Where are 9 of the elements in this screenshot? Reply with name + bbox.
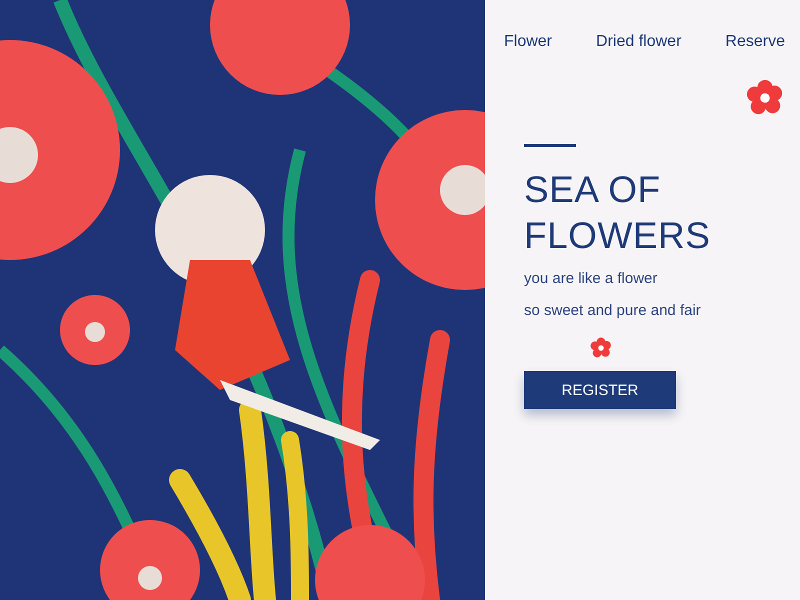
tagline-text: so sweet and pure and fair bbox=[524, 301, 702, 321]
register-button[interactable]: REGISTER bbox=[524, 371, 676, 409]
flower-icon bbox=[746, 79, 784, 117]
nav-link[interactable]: Reserve bbox=[725, 33, 785, 51]
flower-icon bbox=[590, 337, 612, 359]
nav-link[interactable]: Flower bbox=[504, 33, 552, 51]
nav-link[interactable]: Dried flower bbox=[596, 33, 682, 51]
hero-title: SEA OF FLOWERS bbox=[524, 168, 712, 258]
tagline-text: you are like a flower bbox=[524, 269, 658, 289]
